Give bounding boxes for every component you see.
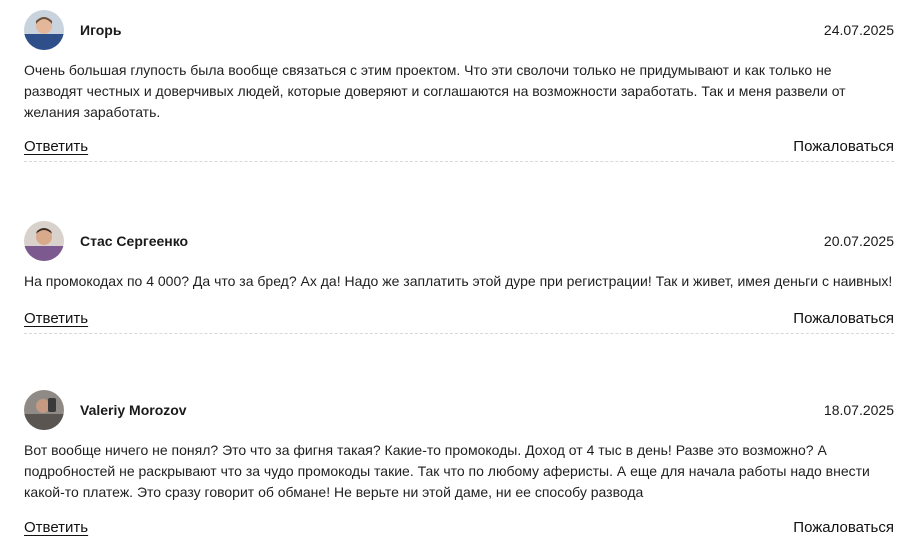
report-link[interactable]: Пожаловаться — [793, 518, 894, 538]
report-link[interactable]: Пожаловаться — [793, 309, 894, 329]
comment-actions: Ответить Пожаловаться — [24, 137, 894, 162]
reply-link[interactable]: Ответить — [24, 518, 88, 538]
comment-header: Valeriy Morozov 18.07.2025 — [24, 390, 894, 430]
comment-item: Игорь 24.07.2025 Очень большая глупость … — [24, 10, 894, 162]
comment-text: Вот вообще ничего не понял? Это что за ф… — [24, 442, 870, 500]
comment-text: На промокодах по 4 000? Да что за бред? … — [24, 273, 893, 289]
comment-item: Стас Сергеенко 20.07.2025 На промокодах … — [24, 221, 894, 334]
comment-text: Очень большая глупость была вообще связа… — [24, 62, 846, 120]
comment-date: 18.07.2025 — [823, 402, 894, 418]
avatar — [24, 10, 64, 50]
reply-link[interactable]: Ответить — [24, 137, 88, 157]
avatar — [24, 221, 64, 261]
avatar — [24, 390, 64, 430]
comment-actions: Ответить Пожаловаться — [24, 518, 894, 542]
comment-header: Игорь 24.07.2025 — [24, 10, 894, 50]
author-name: Valeriy Morozov — [80, 402, 187, 418]
author-name: Игорь — [80, 22, 122, 38]
comment-actions: Ответить Пожаловаться — [24, 309, 894, 334]
author-name: Стас Сергеенко — [80, 233, 189, 249]
reply-link[interactable]: Ответить — [24, 309, 88, 329]
comment-item: Valeriy Morozov 18.07.2025 Вот вообще ни… — [24, 390, 894, 542]
comment-date: 24.07.2025 — [823, 22, 894, 38]
comments-list: Игорь 24.07.2025 Очень большая глупость … — [0, 0, 912, 555]
comment-date: 20.07.2025 — [823, 233, 894, 249]
comment-header: Стас Сергеенко 20.07.2025 — [24, 221, 894, 261]
report-link[interactable]: Пожаловаться — [793, 137, 894, 157]
